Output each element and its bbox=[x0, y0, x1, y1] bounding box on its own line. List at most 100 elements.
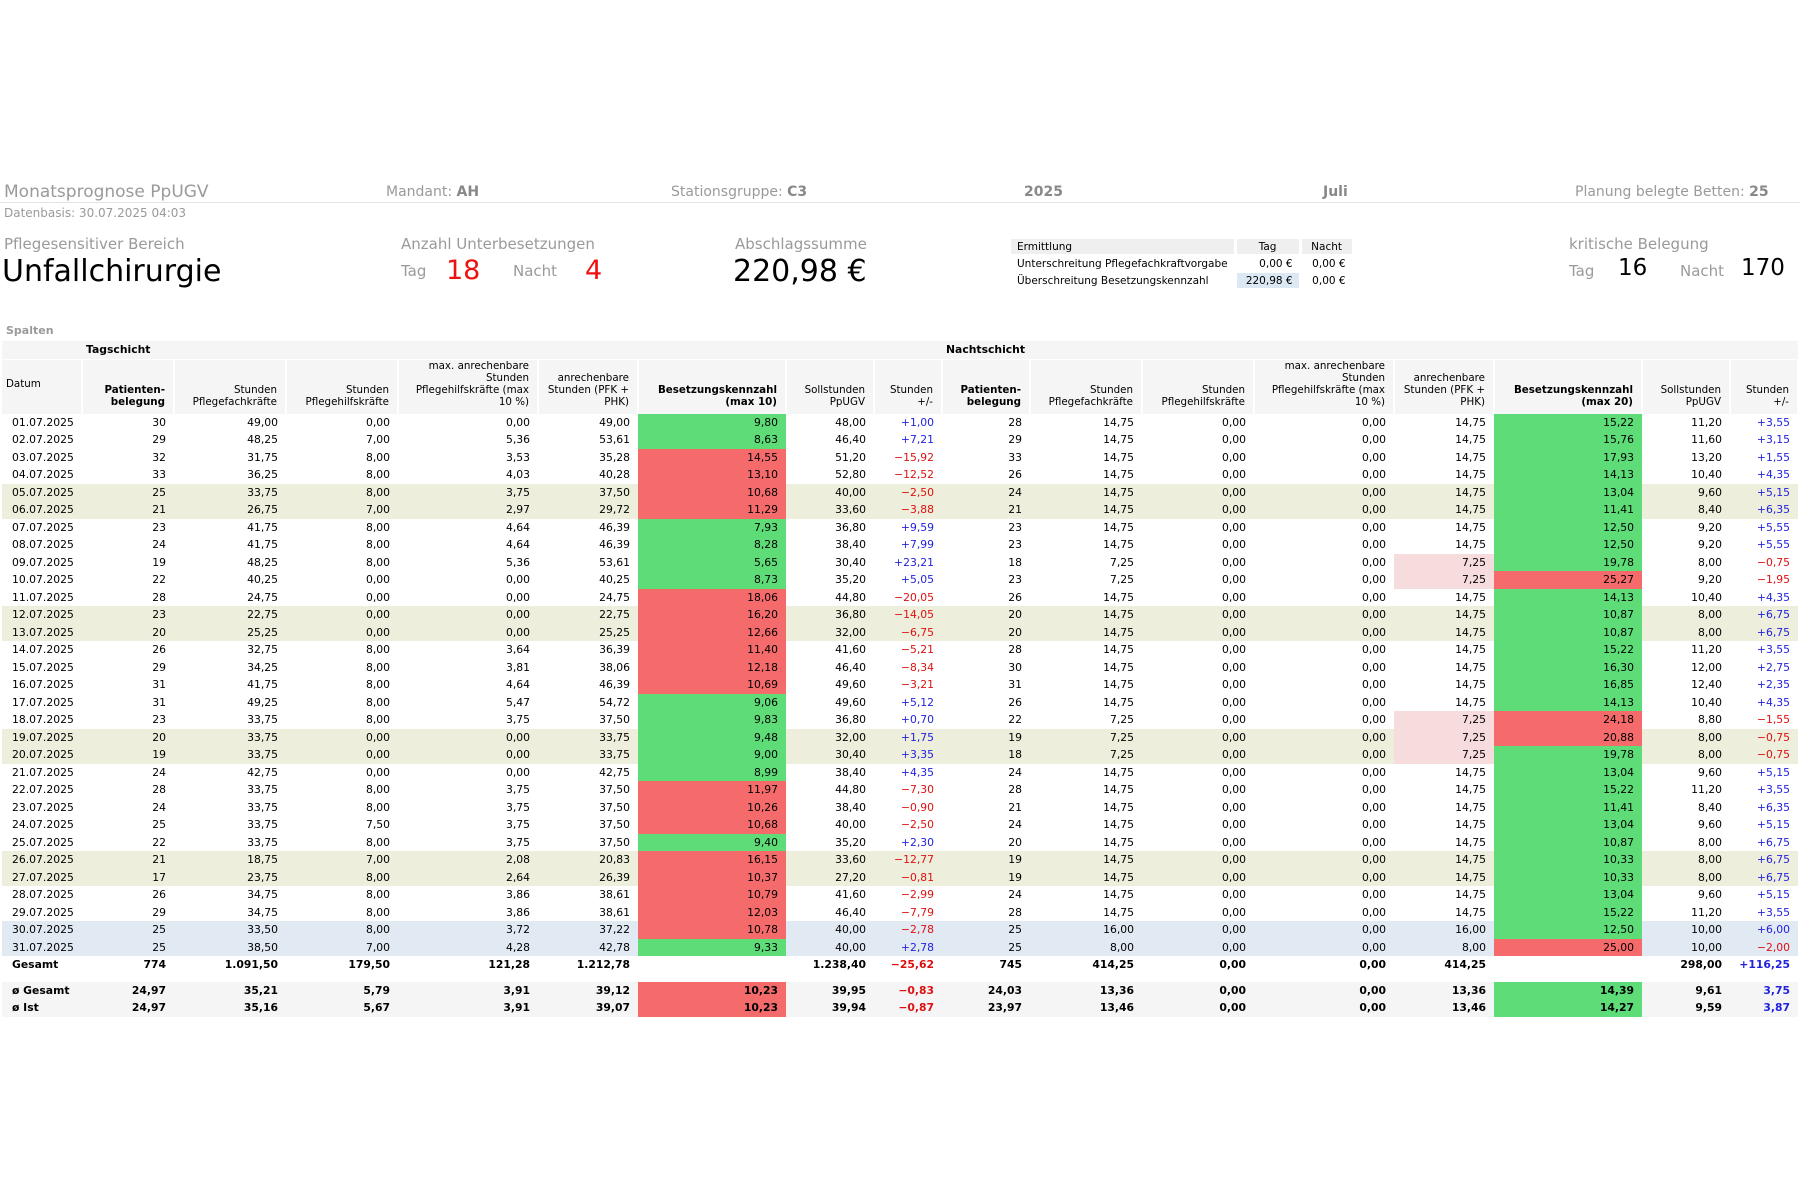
row-date: 30.07.2025 bbox=[2, 921, 82, 939]
table-cell: 10,00 bbox=[1642, 938, 1730, 956]
table-row[interactable]: 04.07.2025 33 36,25 8,00 4,03 40,28 13,10 52,80… bbox=[2, 466, 1798, 484]
table-row[interactable]: 03.07.2025 32 31,75 8,00 3,53 35,28 14,55 51,20… bbox=[2, 448, 1798, 466]
ermittlung-row: Unterschreitung Pflegefachkraftvorgabe 0… bbox=[1017, 257, 1346, 270]
table-row[interactable]: 09.07.2025 19 48,25 8,00 5,36 53,61 5,65 30,40 +… bbox=[2, 553, 1798, 571]
col-header-tag-patientenbelegung[interactable]: Patienten-belegung bbox=[82, 359, 175, 414]
col-header-tag-stunden-phk[interactable]: Stunden Pflegehilfskräfte bbox=[286, 359, 399, 414]
table-row[interactable]: 26.07.2025 21 18,75 7,00 2,08 20,83 16,15 33,60… bbox=[2, 851, 1798, 869]
row-date: 25.07.2025 bbox=[12, 835, 74, 849]
table-cell: 7,25 bbox=[1394, 553, 1494, 571]
table-row[interactable]: 06.07.2025 21 26,75 7,00 2,97 29,72 11,29 33,60… bbox=[2, 501, 1798, 519]
table-row[interactable]: 21.07.2025 24 42,75 0,00 0,00 42,75 8,99 38,40 +… bbox=[2, 763, 1798, 781]
table-cell: +5,55 bbox=[1756, 520, 1790, 534]
stationsgruppe: Stationsgruppe: C3 bbox=[671, 184, 808, 200]
table-row[interactable]: 20.07.2025 19 33,75 0,00 0,00 33,75 9,00 30,40 +… bbox=[2, 746, 1798, 764]
table-row[interactable]: 15.07.2025 29 34,25 8,00 3,81 38,06 12,18 46,40… bbox=[2, 658, 1798, 676]
row-date: 22.07.2025 bbox=[12, 783, 74, 797]
col-header-tag-stunden-pfk[interactable]: Stunden Pflegefachkräfte bbox=[174, 359, 287, 414]
table-cell: 42,75 bbox=[599, 765, 630, 779]
table-row[interactable]: 19.07.2025 20 33,75 0,00 0,00 33,75 9,48 32,00 +… bbox=[2, 728, 1798, 746]
table-cell: 9,33 bbox=[638, 938, 786, 956]
table-cell: 37,22 bbox=[538, 921, 638, 939]
table-row[interactable]: 10.07.2025 22 40,25 0,00 0,00 40,25 8,73 35,20 +… bbox=[2, 571, 1798, 589]
col-header-nacht-patientenbelegung[interactable]: Patienten-belegung bbox=[942, 359, 1031, 414]
table-cell: 25,27 bbox=[1494, 571, 1642, 589]
table-row[interactable]: 16.07.2025 31 41,75 8,00 4,64 46,39 10,69 49,60… bbox=[2, 676, 1798, 694]
table-cell: +2,78 bbox=[874, 938, 942, 956]
table-cell: 0,00 bbox=[1221, 468, 1246, 482]
table-row[interactable]: 12.07.2025 23 22,75 0,00 0,00 22,75 16,20 36,80… bbox=[2, 606, 1798, 624]
table-cell: 31 bbox=[1008, 678, 1022, 692]
col-header-tag-besetzungskennzahl[interactable]: Besetzungskennzahl (max 10) bbox=[638, 359, 787, 414]
col-header-tag-max-anrechenbar-phk[interactable]: max. anrechenbare Stunden Pflegehilfskrä… bbox=[398, 359, 539, 414]
table-row[interactable]: 14.07.2025 26 32,75 8,00 3,64 36,39 11,40 41,60… bbox=[2, 641, 1798, 659]
table-row[interactable]: 18.07.2025 23 33,75 8,00 3,75 37,50 9,83 36,80 +… bbox=[2, 711, 1798, 729]
table-cell: 14,75 bbox=[1030, 851, 1142, 869]
col-header-nacht-max-anrechenbar-phk[interactable]: max. anrechenbare Stunden Pflegehilfskrä… bbox=[1254, 359, 1395, 414]
spalten-toggle[interactable]: Spalten bbox=[6, 324, 54, 337]
table-row[interactable]: 22.07.2025 28 33,75 8,00 3,75 37,50 11,97 44,80… bbox=[2, 781, 1798, 799]
row-date: 18.07.2025 bbox=[12, 713, 74, 727]
col-header-tag-anrechenbare-stunden[interactable]: anrechenbare Stunden (PFK + PHK) bbox=[538, 359, 639, 414]
table-cell: 35,20 bbox=[835, 835, 866, 849]
table-cell: 11,40 bbox=[638, 641, 786, 659]
table-cell: 10,87 bbox=[1494, 606, 1642, 624]
table-cell: 14,75 bbox=[1103, 678, 1134, 692]
table-row[interactable]: 08.07.2025 24 41,75 8,00 4,64 46,39 8,28 38,40 +… bbox=[2, 536, 1798, 554]
row-date: 20.07.2025 bbox=[2, 746, 82, 764]
table-row[interactable]: 05.07.2025 25 33,75 8,00 3,75 37,50 10,68 40,00… bbox=[2, 483, 1798, 501]
table-cell: 36,80 bbox=[835, 520, 866, 534]
table-row[interactable]: 01.07.2025 30 49,00 0,00 0,00 49,00 9,80 48,00 +… bbox=[2, 413, 1798, 431]
group-cell bbox=[538, 341, 638, 360]
table-cell: 2,08 bbox=[398, 851, 538, 869]
table-row[interactable]: 27.07.2025 17 23,75 8,00 2,64 26,39 10,37 27,20… bbox=[2, 868, 1798, 886]
table-cell: −2,78 bbox=[874, 921, 942, 939]
table-row[interactable]: 25.07.2025 22 33,75 8,00 3,75 37,50 9,40 35,20 +… bbox=[2, 833, 1798, 851]
average-cell: 0,00 bbox=[1254, 981, 1394, 999]
table-cell: 0,00 bbox=[1221, 818, 1246, 832]
table-cell: 14,75 bbox=[1455, 783, 1486, 797]
table-row[interactable]: 17.07.2025 31 49,25 8,00 5,47 54,72 9,06 49,60 +… bbox=[2, 693, 1798, 711]
average-cell: 3,91 bbox=[398, 981, 538, 999]
average-cell: 23,97 bbox=[942, 999, 1030, 1017]
col-header-nacht-stunden-pfk[interactable]: Stunden Pflegefachkräfte bbox=[1030, 359, 1143, 414]
table-cell: 21 bbox=[942, 501, 1030, 519]
table-row[interactable]: 11.07.2025 28 24,75 0,00 0,00 24,75 18,06 44,80… bbox=[2, 588, 1798, 606]
col-header-tag-sollstunden[interactable]: Sollstunden PpUGV bbox=[786, 359, 875, 414]
table-row[interactable]: 02.07.2025 29 48,25 7,00 5,36 53,61 8,63 46,40 +… bbox=[2, 431, 1798, 449]
table-row[interactable]: 29.07.2025 29 34,75 8,00 3,86 38,61 12,03 46,40… bbox=[2, 903, 1798, 921]
table-row[interactable]: 31.07.2025 25 38,50 7,00 4,28 42,78 9,33 40,00 +… bbox=[2, 938, 1798, 956]
row-date: 12.07.2025 bbox=[2, 606, 82, 624]
table-row[interactable]: 30.07.2025 25 33,50 8,00 3,72 37,22 10,78 40,00… bbox=[2, 921, 1798, 939]
average-cell: 3,75 bbox=[1730, 981, 1798, 999]
table-row[interactable]: 07.07.2025 23 41,75 8,00 4,64 46,39 7,93 36,80 +… bbox=[2, 518, 1798, 536]
col-header-nacht-besetzungskennzahl[interactable]: Besetzungskennzahl (max 20) bbox=[1494, 359, 1643, 414]
table-row[interactable]: 23.07.2025 24 33,75 8,00 3,75 37,50 10,26 38,40… bbox=[2, 798, 1798, 816]
col-header-nacht-stunden-phk[interactable]: Stunden Pflegehilfskräfte bbox=[1142, 359, 1255, 414]
col-header-nacht-stunden-diff[interactable]: Stunden +/- bbox=[1730, 359, 1799, 414]
table-cell: 14,75 bbox=[1455, 765, 1486, 779]
table-cell: +5,12 bbox=[900, 695, 934, 709]
table-cell: +23,21 bbox=[894, 555, 934, 569]
table-row[interactable]: 28.07.2025 26 34,75 8,00 3,86 38,61 10,79 41,60… bbox=[2, 886, 1798, 904]
table-cell: 14,75 bbox=[1455, 888, 1486, 902]
table-cell: 14,75 bbox=[1103, 433, 1134, 447]
bereich-value: Unfallchirurgie bbox=[2, 254, 222, 289]
col-header-nacht-sollstunden[interactable]: Sollstunden PpUGV bbox=[1642, 359, 1731, 414]
table-cell: 19 bbox=[152, 555, 166, 569]
table-cell: 8,00 bbox=[365, 888, 390, 902]
table-cell: 37,50 bbox=[599, 818, 630, 832]
table-cell: 0,00 bbox=[1221, 905, 1246, 919]
table-cell: 13,20 bbox=[1691, 450, 1722, 464]
col-header-nacht-anrechenbare-stunden[interactable]: anrechenbare Stunden (PFK + PHK) bbox=[1394, 359, 1495, 414]
table-cell: −2,50 bbox=[874, 483, 942, 501]
col-header-datum[interactable]: Datum bbox=[2, 359, 83, 414]
table-row[interactable]: 13.07.2025 20 25,25 0,00 0,00 25,25 12,66 32,00… bbox=[2, 623, 1798, 641]
table-cell: 8,00 bbox=[286, 868, 398, 886]
table-cell: +3,55 bbox=[1756, 905, 1790, 919]
table-row[interactable]: 24.07.2025 25 33,75 7,50 3,75 37,50 10,68 40,00… bbox=[2, 816, 1798, 834]
table-cell: 19 bbox=[942, 851, 1030, 869]
table-cell: 7,50 bbox=[365, 818, 390, 832]
col-header-tag-stunden-diff[interactable]: Stunden +/- bbox=[874, 359, 943, 414]
table-cell: +4,35 bbox=[1756, 590, 1790, 604]
